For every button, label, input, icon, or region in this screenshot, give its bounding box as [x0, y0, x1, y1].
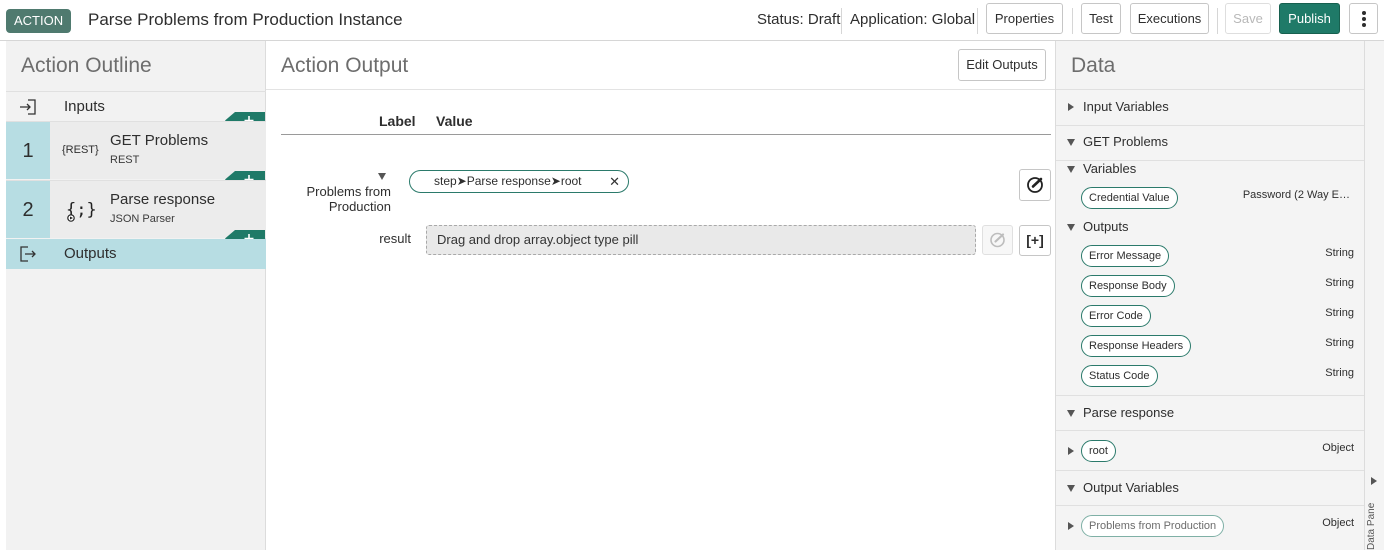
data-type: Object [1322, 517, 1354, 529]
action-outline-panel: Action Outline Inputs 1 {REST} GET Probl… [6, 41, 266, 550]
section-input-variables[interactable]: Input Variables [1083, 99, 1169, 115]
data-picker-button[interactable] [1019, 169, 1051, 201]
data-panel-tab-label: Data Panel [1366, 503, 1377, 550]
status-text: Status: Draft [757, 11, 841, 28]
subsection-variables[interactable]: Variables [1083, 161, 1136, 177]
edit-outputs-button[interactable]: Edit Outputs [958, 49, 1046, 81]
outline-outputs-label: Outputs [64, 245, 117, 262]
column-header-label: Label [379, 113, 416, 129]
header-divider [977, 8, 978, 34]
properties-button[interactable]: Properties [986, 3, 1063, 34]
section-output-variables[interactable]: Output Variables [1083, 480, 1179, 496]
divider [266, 89, 1055, 90]
section-parse-response[interactable]: Parse response [1083, 405, 1174, 421]
outline-outputs-row[interactable]: Outputs [6, 239, 266, 269]
application-text: Application: Global [850, 11, 976, 28]
data-pill-credential-value[interactable]: Credential Value [1081, 187, 1178, 209]
divider [1056, 505, 1365, 506]
step-name: GET Problems [110, 132, 209, 149]
pill-drop-zone[interactable]: Drag and drop array.object type pill [426, 225, 976, 255]
executions-button[interactable]: Executions [1130, 3, 1209, 34]
data-picker-icon [1027, 177, 1043, 193]
expand-icon[interactable] [1068, 447, 1074, 455]
data-type: Object [1322, 442, 1354, 454]
data-pill-response-headers[interactable]: Response Headers [1081, 335, 1192, 357]
remove-pill-icon[interactable]: ✕ [609, 171, 620, 192]
collapse-panel-icon[interactable] [1371, 477, 1377, 485]
data-pill-problems-from-production[interactable]: Problems from Production [1081, 515, 1225, 537]
expand-toggle-icon[interactable] [378, 173, 386, 180]
step-type: REST [110, 154, 140, 166]
data-pill-error-message[interactable]: Error Message [1081, 245, 1170, 267]
step-number: 1 [6, 122, 50, 179]
column-header-value: Value [436, 113, 473, 129]
data-pill-response-body[interactable]: Response Body [1081, 275, 1175, 297]
test-button[interactable]: Test [1081, 3, 1121, 34]
data-picker-button[interactable] [982, 225, 1013, 255]
action-output-panel: Action Output Edit Outputs Label Value P… [266, 41, 1055, 550]
data-panel-collapse-tab[interactable]: Data Panel [1364, 41, 1384, 550]
data-type: Password (2 Way E… [1242, 189, 1350, 201]
action-badge: ACTION [6, 9, 72, 33]
data-pill-root[interactable]: root [1081, 440, 1116, 462]
page-title: Parse Problems from Production Instance [88, 10, 403, 29]
outline-inputs-label: Inputs [64, 98, 105, 115]
data-type: String [1325, 277, 1354, 289]
collapse-icon[interactable] [1067, 139, 1075, 146]
sign-out-icon [20, 246, 36, 262]
data-panel: Data Input Variables GET Problems Variab… [1055, 41, 1365, 550]
output-label: Problems from Production [306, 184, 391, 214]
add-array-item-button[interactable]: [+] [1019, 225, 1051, 256]
data-type: String [1325, 337, 1354, 349]
json-parser-icon: {;} [66, 200, 97, 222]
divider [1056, 125, 1365, 126]
data-pill-text: step➤Parse response➤root [434, 174, 582, 188]
header-divider [841, 8, 842, 34]
collapse-icon[interactable] [1067, 410, 1075, 417]
collapse-icon[interactable] [1067, 485, 1075, 492]
outline-title: Action Outline [21, 54, 152, 77]
rest-icon: {REST} [62, 144, 99, 156]
data-title: Data [1071, 54, 1116, 77]
more-options-button[interactable] [1349, 3, 1378, 34]
output-title: Action Output [281, 54, 409, 77]
data-picker-icon [990, 232, 1005, 248]
publish-button[interactable]: Publish [1279, 3, 1340, 34]
step-number: 2 [6, 181, 50, 238]
data-type: String [1325, 367, 1354, 379]
divider [1056, 430, 1365, 431]
sign-in-icon [20, 99, 36, 115]
data-type: String [1325, 247, 1354, 259]
data-pill[interactable]: step➤Parse response➤root ✕ [409, 170, 629, 193]
collapse-icon[interactable] [1067, 224, 1075, 231]
divider [1056, 89, 1365, 90]
step-type: JSON Parser [110, 213, 175, 225]
divider [281, 134, 1051, 135]
header-divider [1072, 8, 1073, 34]
data-pill-error-code[interactable]: Error Code [1081, 305, 1151, 327]
output-label: result [379, 231, 411, 246]
header-divider [1217, 8, 1218, 34]
expand-icon[interactable] [1068, 103, 1074, 111]
section-get-problems[interactable]: GET Problems [1083, 134, 1168, 150]
expand-icon[interactable] [1068, 522, 1074, 530]
step-name: Parse response [110, 191, 216, 208]
data-pill-status-code[interactable]: Status Code [1081, 365, 1158, 387]
divider [1056, 395, 1365, 396]
save-button[interactable]: Save [1225, 3, 1271, 34]
header-bar: ACTION Parse Problems from Production In… [0, 0, 1384, 41]
subsection-outputs[interactable]: Outputs [1083, 219, 1129, 235]
data-type: String [1325, 307, 1354, 319]
collapse-icon[interactable] [1067, 166, 1075, 173]
divider [1056, 470, 1365, 471]
